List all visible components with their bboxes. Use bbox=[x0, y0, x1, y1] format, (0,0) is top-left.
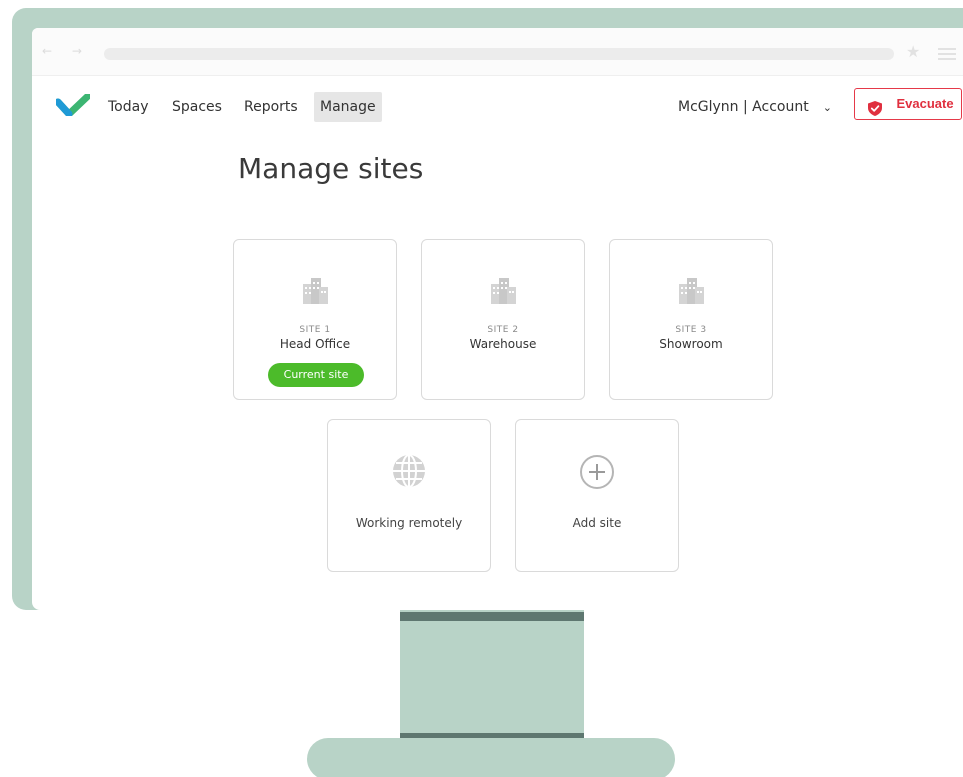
building-icon bbox=[234, 276, 396, 308]
browser-bar: ← → ★ bbox=[32, 28, 963, 76]
plus-circle-icon bbox=[516, 454, 678, 494]
nav-spaces[interactable]: Spaces bbox=[166, 92, 228, 122]
building-icon bbox=[422, 276, 584, 308]
bookmark-star-icon[interactable]: ★ bbox=[906, 42, 920, 61]
monitor-stand-base bbox=[307, 738, 675, 777]
working-remotely-card[interactable]: Working remotely bbox=[327, 419, 491, 572]
building-icon bbox=[610, 276, 772, 308]
shield-check-icon bbox=[868, 97, 882, 127]
page-title: Manage sites bbox=[238, 152, 424, 185]
evacuate-button[interactable]: Evacuate bbox=[854, 88, 962, 120]
site-name: Warehouse bbox=[469, 337, 537, 351]
site-card-showroom[interactable]: SITE 3 Showroom bbox=[609, 239, 773, 400]
account-label: McGlynn | Account bbox=[678, 99, 809, 115]
site-number: SITE 2 bbox=[487, 325, 519, 335]
site-name: Showroom bbox=[659, 337, 723, 351]
site-card-head-office[interactable]: SITE 1 Head Office Current site bbox=[233, 239, 397, 400]
add-site-card[interactable]: Add site bbox=[515, 419, 679, 572]
site-number: SITE 1 bbox=[299, 325, 331, 335]
monitor-stand-neck bbox=[400, 610, 584, 742]
browser-menu-icon[interactable] bbox=[938, 48, 956, 60]
account-menu[interactable]: McGlynn | Account ⌄ bbox=[678, 92, 832, 122]
nav-manage[interactable]: Manage bbox=[314, 92, 382, 122]
screen: ← → ★ Today Spaces Reports Manage McGlyn… bbox=[32, 28, 963, 610]
evacuate-label: Evacuate bbox=[896, 96, 954, 111]
url-bar[interactable] bbox=[104, 48, 894, 60]
add-site-label: Add site bbox=[572, 516, 622, 530]
stand-stripe bbox=[400, 612, 584, 621]
working-remotely-label: Working remotely bbox=[355, 516, 463, 530]
browser-back-forward-icon[interactable]: ← → bbox=[42, 44, 90, 58]
nav-today[interactable]: Today bbox=[102, 92, 155, 122]
chevron-down-icon: ⌄ bbox=[822, 101, 832, 114]
globe-icon bbox=[328, 453, 490, 493]
site-card-warehouse[interactable]: SITE 2 Warehouse bbox=[421, 239, 585, 400]
site-name: Head Office bbox=[279, 337, 351, 351]
monitor-frame: ← → ★ Today Spaces Reports Manage McGlyn… bbox=[12, 8, 963, 610]
current-site-badge: Current site bbox=[268, 363, 364, 387]
site-number: SITE 3 bbox=[675, 325, 707, 335]
app-logo-icon[interactable] bbox=[54, 92, 92, 120]
nav-reports[interactable]: Reports bbox=[238, 92, 304, 122]
